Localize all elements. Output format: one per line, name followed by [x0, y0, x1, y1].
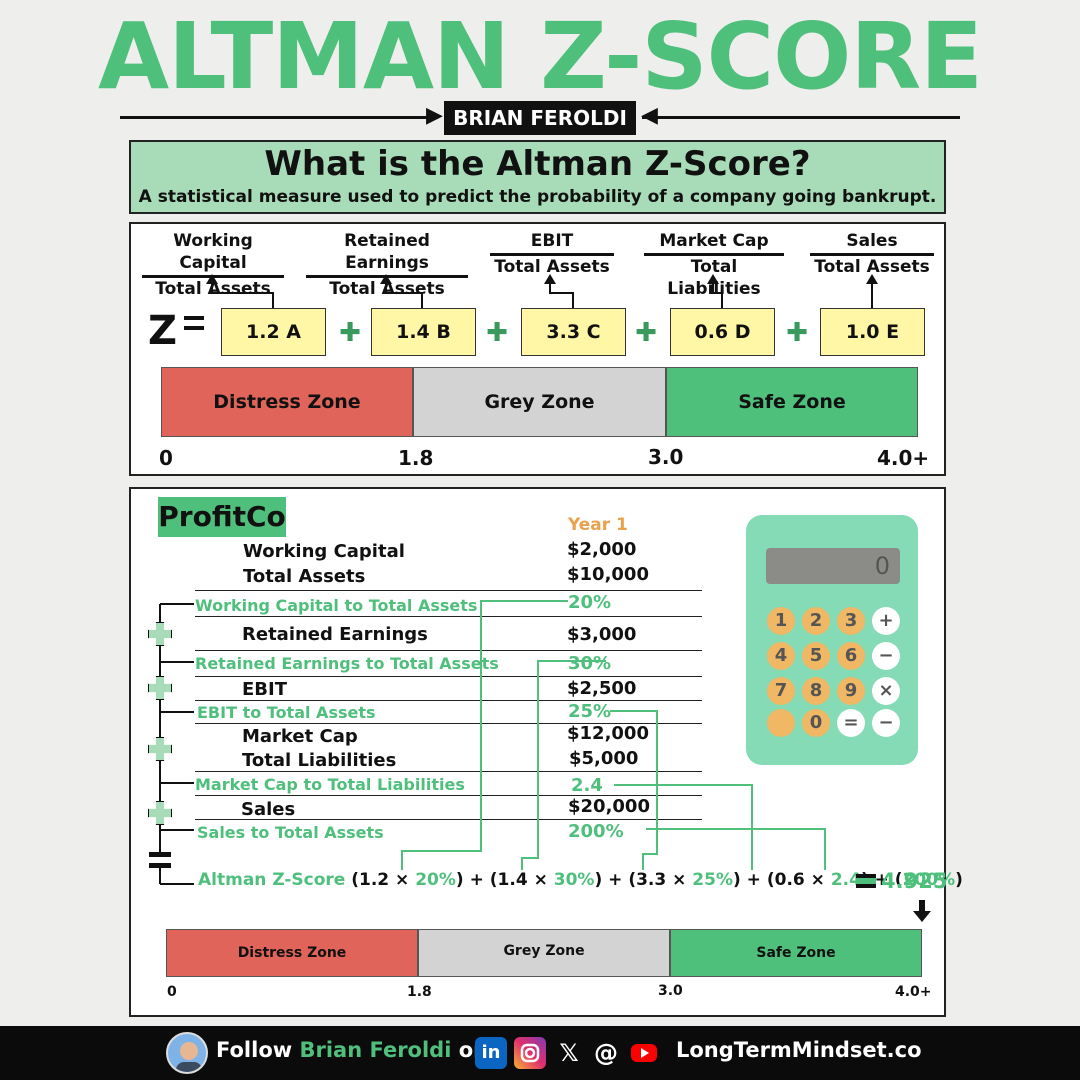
- calculator-key: [767, 709, 795, 737]
- calc-term: ): [955, 870, 963, 890]
- calc-value: 20%: [415, 870, 456, 890]
- calc-value: 30%: [553, 870, 595, 890]
- calc-term: (1.4 ×: [489, 870, 554, 890]
- calc-term: ) +: [732, 870, 767, 890]
- instagram-icon[interactable]: [514, 1037, 546, 1069]
- calculator-key: 3: [837, 607, 865, 635]
- calc-term: (1.2 ×: [351, 870, 416, 890]
- tick-3-0: 3.0: [658, 983, 683, 999]
- tick-1-8: 1.8: [407, 984, 432, 1000]
- tick-0: 0: [167, 984, 177, 1000]
- equals-icon: [856, 874, 876, 888]
- tick-4-0: 4.0+: [895, 984, 932, 1000]
- distress-zone: Distress Zone: [166, 929, 418, 977]
- calculator-key: 2: [802, 607, 830, 635]
- calculator-key: 5: [802, 642, 830, 670]
- zscore-label: Altman Z-Score: [198, 870, 346, 890]
- safe-zone: Safe Zone: [670, 929, 922, 977]
- calculator-key: 9: [837, 677, 865, 705]
- calc-value: 25%: [692, 870, 733, 890]
- x-icon[interactable]: 𝕏: [553, 1037, 585, 1069]
- calculator-key: 4: [767, 642, 795, 670]
- calc-term: (0.6 ×: [766, 870, 831, 890]
- grey-zone: Grey Zone: [418, 929, 670, 977]
- threads-icon[interactable]: @: [590, 1037, 622, 1069]
- example-connectors: [159, 600, 826, 885]
- calculator-key: 0: [802, 709, 830, 737]
- calc-term: (3.3 ×: [628, 870, 693, 890]
- calculator-key: ×: [872, 677, 900, 705]
- zscore-result: 4.925: [881, 869, 948, 893]
- website-link[interactable]: LongTermMindset.co: [676, 1038, 922, 1062]
- calculator-key: −: [872, 709, 900, 737]
- author-name[interactable]: Brian Feroldi: [299, 1038, 451, 1062]
- calc-term: ) +: [455, 870, 490, 890]
- calculator-key: 6: [837, 642, 865, 670]
- calculator-key: 7: [767, 677, 795, 705]
- calculator-key: −: [872, 642, 900, 670]
- calc-term: ) +: [594, 870, 629, 890]
- calculator-display: 0: [766, 548, 900, 584]
- follow-label: Follow: [216, 1038, 293, 1062]
- calculator-key: +: [872, 607, 900, 635]
- calculator-key: 8: [802, 677, 830, 705]
- youtube-icon[interactable]: [628, 1037, 660, 1069]
- zscore-calculation: Altman Z-Score (1.2 × 20%) + (1.4 × 30%)…: [198, 870, 963, 890]
- calculator-key: 1: [767, 607, 795, 635]
- follow-text: Follow Brian Feroldi on: [216, 1038, 488, 1062]
- avatar: [166, 1032, 208, 1074]
- calculator-key: =: [837, 709, 865, 737]
- equals-icon: [149, 852, 171, 868]
- linkedin-icon[interactable]: in: [475, 1037, 507, 1069]
- arrow-down-icon: [913, 900, 931, 922]
